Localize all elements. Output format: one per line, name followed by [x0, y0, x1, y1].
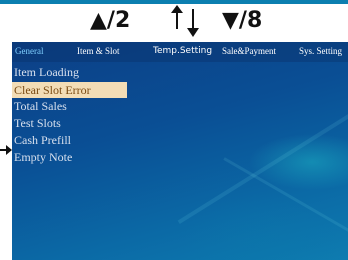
- tab-bar: General Item & Slot Temp.Setting Sale&Pa…: [12, 42, 348, 62]
- tab-temp-setting[interactable]: Temp.Setting: [153, 46, 212, 56]
- menu-item-test-slots[interactable]: Test Slots: [12, 115, 61, 131]
- background-glare: [223, 157, 348, 250]
- vending-settings-screen: General Item & Slot Temp.Setting Sale&Pa…: [12, 42, 348, 260]
- menu-item-clear-slot-error[interactable]: Clear Slot Error: [12, 82, 127, 98]
- menu-item-empty-note[interactable]: Empty Note: [12, 149, 72, 165]
- up-arrow-icon: [171, 5, 183, 29]
- right-pointer-arrow-icon: [0, 145, 12, 155]
- menu-item-cash-prefill[interactable]: Cash Prefill: [12, 132, 71, 148]
- background-glare: [177, 104, 348, 224]
- tab-item-slot[interactable]: Item & Slot: [77, 46, 120, 56]
- tab-sys-setting[interactable]: Sys. Setting: [299, 46, 342, 56]
- page-up-hint: ▲/2: [90, 8, 131, 33]
- menu-item-item-loading[interactable]: Item Loading: [12, 64, 79, 80]
- down-arrow-icon: [187, 9, 199, 37]
- menu-item-total-sales[interactable]: Total Sales: [12, 98, 67, 114]
- navigation-hints: ▲/2 ▼/8: [0, 4, 348, 42]
- tab-general[interactable]: General: [15, 46, 43, 56]
- tab-sale-payment[interactable]: Sale&Payment: [222, 46, 276, 56]
- page-down-hint: ▼/8: [222, 8, 263, 33]
